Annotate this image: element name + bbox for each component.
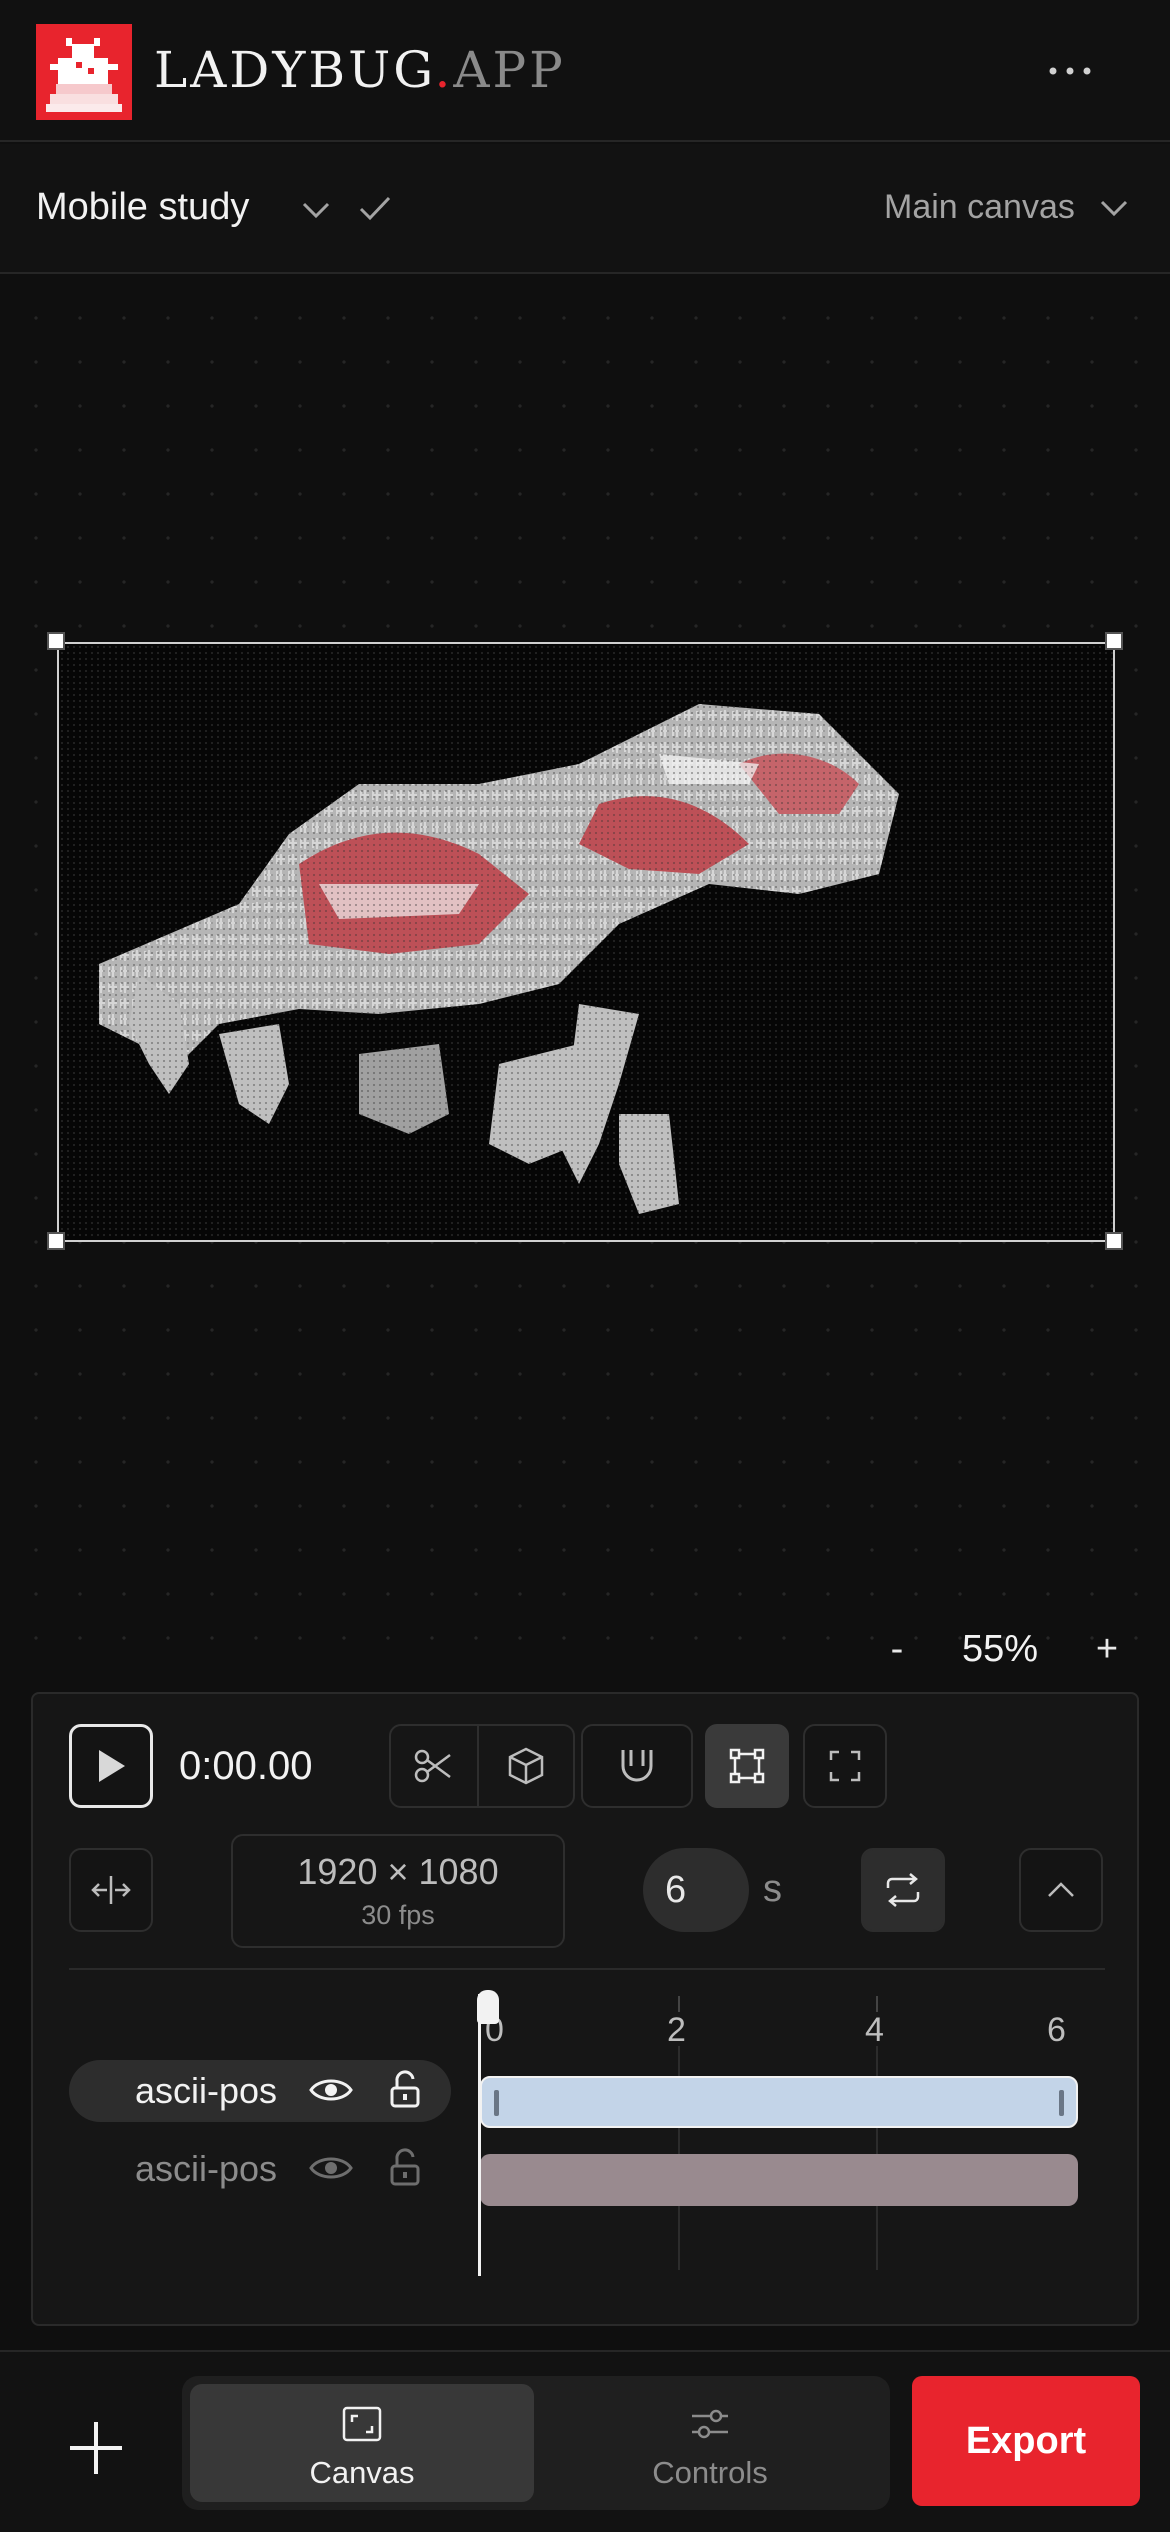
ruler-tick bbox=[876, 1996, 878, 2012]
play-icon bbox=[99, 1750, 125, 1782]
tab-canvas[interactable]: Canvas bbox=[190, 2384, 534, 2502]
transform-icon bbox=[729, 1748, 765, 1784]
bottom-bar: Canvas Controls Export bbox=[0, 2350, 1170, 2532]
chevron-up-icon bbox=[1048, 1882, 1074, 1897]
playhead-handle[interactable] bbox=[477, 1990, 499, 2024]
ruler-label: 6 bbox=[1047, 2011, 1066, 2049]
chevron-down-icon[interactable] bbox=[298, 192, 334, 228]
ruler-label: 2 bbox=[667, 2011, 686, 2049]
clip-trim-handle-end[interactable] bbox=[1059, 2090, 1064, 2116]
playhead[interactable] bbox=[478, 1994, 481, 2276]
loop-icon bbox=[886, 1873, 920, 1907]
timeline-panel: 0:00.00 1920 × 1080 30 fps 6 s 0 2 4 6 a… bbox=[31, 1692, 1139, 2326]
zoom-level: 55% bbox=[961, 1628, 1039, 1670]
sliders-icon bbox=[692, 2409, 728, 2439]
timecode: 0:00.00 bbox=[179, 1744, 313, 1788]
tab-label: Controls bbox=[652, 2455, 768, 2490]
fit-width-icon bbox=[91, 1876, 131, 1904]
layer-name[interactable]: ascii-pos bbox=[135, 2146, 283, 2192]
layer-clip[interactable] bbox=[480, 2076, 1078, 2128]
layer-name[interactable]: ascii-pos bbox=[135, 2068, 283, 2114]
cube-icon bbox=[508, 1747, 544, 1785]
brand-tld: APP bbox=[453, 41, 566, 99]
resize-handle-bottom-right[interactable] bbox=[1105, 1232, 1123, 1250]
duration-unit: s bbox=[763, 1868, 782, 1910]
ascii-art-image bbox=[59, 644, 1113, 1240]
canvas-fps: 30 fps bbox=[361, 1900, 435, 1930]
chevron-down-icon[interactable] bbox=[1096, 190, 1132, 226]
project-bar: Mobile study Main canvas bbox=[0, 144, 1170, 274]
canvas-select[interactable]: Main canvas bbox=[884, 184, 1075, 230]
scissors-icon bbox=[414, 1749, 451, 1783]
canvas-icon bbox=[342, 2406, 382, 2442]
plus-icon bbox=[70, 2422, 122, 2474]
more-menu-button[interactable] bbox=[1040, 46, 1100, 96]
eye-icon[interactable] bbox=[309, 2148, 353, 2188]
more-horizontal-icon bbox=[1049, 67, 1091, 75]
transform-button[interactable] bbox=[705, 1724, 789, 1808]
eye-icon[interactable] bbox=[309, 2070, 353, 2110]
tab-controls[interactable]: Controls bbox=[538, 2384, 882, 2502]
collapse-panel-button[interactable] bbox=[1019, 1848, 1103, 1932]
resize-handle-top-left[interactable] bbox=[47, 632, 65, 650]
brand-dot: . bbox=[434, 41, 454, 99]
magnet-snap-button[interactable] bbox=[581, 1724, 693, 1808]
ladybug-logo-icon bbox=[36, 24, 132, 120]
app-header: LADYBUG.APP bbox=[0, 0, 1170, 142]
clip-trim-handle-start[interactable] bbox=[494, 2090, 499, 2116]
project-name[interactable]: Mobile study bbox=[36, 184, 249, 230]
resize-handle-top-right[interactable] bbox=[1105, 632, 1123, 650]
brand-wordmark: LADYBUG.APP bbox=[154, 40, 566, 100]
zoom-in-button[interactable]: + bbox=[1082, 1624, 1132, 1674]
layer-row[interactable]: ascii-pos bbox=[69, 2060, 451, 2122]
layer-row[interactable]: ascii-pos bbox=[69, 2138, 451, 2200]
add-button[interactable] bbox=[56, 2408, 136, 2488]
canvas-dimensions: 1920 × 1080 bbox=[297, 1851, 499, 1892]
unlock-icon[interactable] bbox=[387, 2070, 423, 2110]
canvas-size-button[interactable]: 1920 × 1080 30 fps bbox=[231, 1834, 565, 1948]
artboard[interactable] bbox=[57, 642, 1115, 1242]
cut-button[interactable] bbox=[391, 1726, 475, 1806]
view-switcher: Canvas Controls bbox=[182, 2376, 890, 2510]
fullscreen-button[interactable] bbox=[803, 1724, 887, 1808]
zoom-out-button[interactable]: - bbox=[872, 1624, 922, 1674]
fullscreen-icon bbox=[829, 1750, 861, 1782]
panel-separator bbox=[69, 1968, 1105, 1970]
tab-label: Canvas bbox=[309, 2455, 415, 2490]
canvas-stage[interactable]: - 55% + bbox=[0, 276, 1170, 1670]
duration-input[interactable] bbox=[643, 1848, 749, 1932]
play-button[interactable] bbox=[69, 1724, 153, 1808]
ruler-label: 4 bbox=[865, 2011, 884, 2049]
resize-handle-bottom-left[interactable] bbox=[47, 1232, 65, 1250]
check-icon[interactable] bbox=[355, 188, 395, 228]
unlock-icon[interactable] bbox=[387, 2148, 423, 2188]
loop-button[interactable] bbox=[861, 1848, 945, 1932]
layer-clip[interactable] bbox=[480, 2154, 1078, 2206]
fit-width-button[interactable] bbox=[69, 1848, 153, 1932]
3d-object-button[interactable] bbox=[479, 1726, 573, 1806]
magnet-icon bbox=[621, 1750, 653, 1782]
brand-name: LADYBUG bbox=[154, 41, 435, 99]
export-button[interactable]: Export bbox=[912, 2376, 1140, 2506]
ladybug-logo[interactable] bbox=[36, 24, 132, 120]
ruler-tick bbox=[678, 1996, 680, 2012]
